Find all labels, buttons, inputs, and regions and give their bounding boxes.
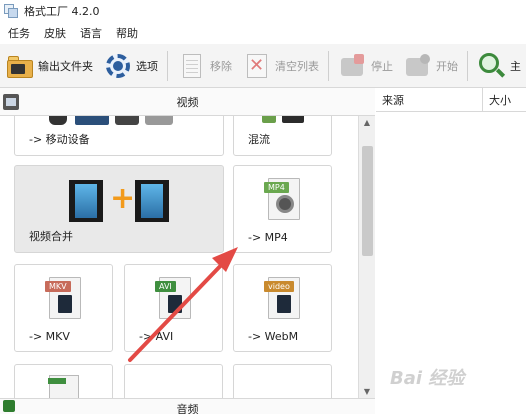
- menu-language[interactable]: 语言: [80, 25, 102, 41]
- menu-task[interactable]: 任务: [8, 25, 30, 41]
- tile-mp4-label: -> MP4: [248, 231, 288, 244]
- gear-icon: [103, 51, 133, 81]
- clear-list-icon: ✕: [242, 51, 272, 81]
- column-size[interactable]: 大小: [483, 88, 526, 112]
- plus-icon: +: [110, 181, 136, 216]
- video-tool-grid: -> 移动设备 混流 + 视频合并 MP4 -> MP4 MKV -> MKV …: [0, 116, 358, 398]
- category-audio-label: 音频: [176, 403, 199, 414]
- folder-icon: [5, 51, 35, 81]
- menu-bar: 任务 皮肤 语言 帮助: [0, 22, 526, 44]
- toolbar: 输出文件夹 选项 移除 ✕ 清空列表 停止 开始 主: [0, 44, 526, 88]
- category-video-label: 视频: [176, 95, 199, 109]
- mp4-badge: MP4: [264, 182, 289, 193]
- output-folder-label: 输出文件夹: [38, 59, 93, 73]
- start-icon: [403, 51, 433, 81]
- scroll-thumb[interactable]: [362, 146, 373, 256]
- mkv-file-icon: MKV: [45, 277, 83, 319]
- clear-list-label: 清空列表: [275, 59, 319, 73]
- film-icon: [69, 180, 103, 222]
- start-button[interactable]: 开始: [398, 48, 463, 84]
- title-bar: 格式工厂 4.2.0: [0, 0, 526, 22]
- webm-badge: video: [264, 281, 294, 292]
- tile-partial[interactable]: [233, 364, 332, 398]
- film-icon: [135, 180, 169, 222]
- category-audio[interactable]: 音频: [0, 398, 375, 414]
- scroll-down-icon[interactable]: ▼: [362, 387, 372, 396]
- tile-mkv-label: -> MKV: [29, 330, 70, 343]
- menu-help[interactable]: 帮助: [116, 25, 138, 41]
- options-button[interactable]: 选项: [98, 48, 163, 84]
- tile-mp4[interactable]: MP4 -> MP4: [233, 165, 332, 253]
- tile-avi-label: -> AVI: [139, 330, 174, 343]
- grid-scrollbar[interactable]: ▲ ▼: [358, 116, 375, 398]
- tile-video-merge-label: 视频合并: [29, 230, 73, 243]
- avi-badge: AVI: [155, 281, 176, 292]
- magnifier-icon: [477, 51, 507, 81]
- window-title: 格式工厂 4.2.0: [24, 5, 100, 18]
- tile-mix-stream-label: 混流: [248, 133, 270, 146]
- tile-webm-label: -> WebM: [248, 330, 299, 343]
- tile-video-merge[interactable]: + 视频合并: [14, 165, 224, 253]
- start-label: 开始: [436, 59, 458, 73]
- tile-partial[interactable]: [14, 364, 113, 398]
- remove-label: 移除: [210, 59, 232, 73]
- tile-mobile-device-label: -> 移动设备: [29, 133, 90, 146]
- webm-file-icon: video: [264, 277, 302, 319]
- tile-avi[interactable]: AVI -> AVI: [124, 264, 223, 352]
- toolbar-separator: [328, 50, 329, 81]
- remove-button[interactable]: 移除: [172, 48, 237, 84]
- mkv-badge: MKV: [45, 281, 71, 292]
- tile-mobile-device[interactable]: -> 移动设备: [14, 116, 224, 156]
- toolbar-separator: [167, 50, 168, 81]
- watermark: Bai 经验: [390, 368, 465, 389]
- clear-list-button[interactable]: ✕ 清空列表: [237, 48, 324, 84]
- mp4-file-icon: MP4: [264, 178, 302, 220]
- mobile-devices-icon: [49, 116, 189, 125]
- tile-mkv[interactable]: MKV -> MKV: [14, 264, 113, 352]
- scroll-up-icon[interactable]: ▲: [362, 118, 372, 127]
- category-video[interactable]: 视频: [0, 88, 375, 116]
- mix-stream-icon: [262, 116, 306, 125]
- file-icon: [48, 375, 79, 398]
- stop-button[interactable]: 停止: [333, 48, 398, 84]
- output-folder-button[interactable]: 输出文件夹: [0, 48, 98, 84]
- tile-webm[interactable]: video -> WebM: [233, 264, 332, 352]
- category-panel: 视频 -> 移动设备 混流 + 视频合并 MP4 -> MP4 MKV -> M…: [0, 88, 375, 414]
- main-button[interactable]: 主: [472, 48, 526, 84]
- toolbar-separator: [467, 50, 468, 81]
- document-icon: [177, 51, 207, 81]
- avi-file-icon: AVI: [155, 277, 193, 319]
- menu-skin[interactable]: 皮肤: [44, 25, 66, 41]
- tile-mix-stream[interactable]: 混流: [233, 116, 332, 156]
- stop-icon: [338, 51, 368, 81]
- column-source[interactable]: 来源: [376, 88, 483, 112]
- music-note-icon: [3, 400, 15, 412]
- main-label: 主: [510, 59, 521, 73]
- tile-partial[interactable]: [124, 364, 223, 398]
- stop-label: 停止: [371, 59, 393, 73]
- video-category-icon: [3, 94, 19, 110]
- app-icon: [4, 4, 18, 18]
- options-label: 选项: [136, 59, 158, 73]
